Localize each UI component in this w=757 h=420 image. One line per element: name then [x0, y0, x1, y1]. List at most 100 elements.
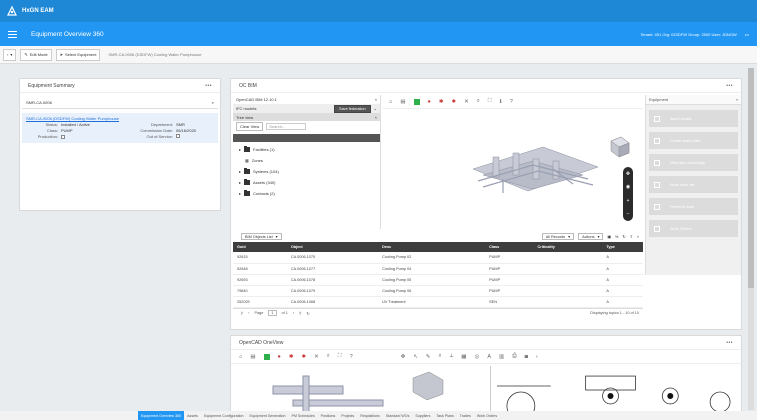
- tab-equipment-overview[interactable]: Equipment Overview 360: [138, 411, 185, 420]
- out-of-service-checkbox[interactable]: [176, 134, 180, 138]
- grid-icon[interactable]: ▦: [461, 354, 466, 360]
- chart-icon[interactable]: ▥: [499, 354, 504, 360]
- records-filter-select[interactable]: All Records ▾: [541, 233, 575, 240]
- pan-icon[interactable]: ✥: [626, 171, 630, 177]
- back-button[interactable]: ‹ ▾: [3, 48, 17, 61]
- camera-icon[interactable]: ◙: [525, 354, 528, 360]
- fit-icon[interactable]: ⛶: [488, 98, 492, 105]
- marker-red-icon[interactable]: ●: [278, 354, 281, 360]
- tab-pm-schedules[interactable]: PM Schedules: [288, 411, 317, 420]
- help-icon[interactable]: ?: [350, 354, 353, 360]
- search-icon[interactable]: ⌕: [439, 353, 442, 360]
- table-row[interactable]: 79840 CA.0006.1079 Cooling Pump 06 PUMP …: [233, 285, 643, 296]
- zoom-icon[interactable]: ⌕: [327, 353, 330, 360]
- move-tool-icon[interactable]: ↖: [413, 354, 418, 360]
- chevron-down-icon[interactable]: ⌄: [374, 106, 377, 111]
- zoom-in-icon[interactable]: +: [627, 198, 630, 204]
- save-icon[interactable]: ▣: [607, 234, 611, 239]
- color-icon[interactable]: [263, 353, 270, 360]
- tree-node-zones[interactable]: ▦ Zones: [233, 155, 380, 166]
- tab-work-orders[interactable]: Work Orders: [474, 411, 500, 420]
- tab-requisitions[interactable]: Requisitions: [357, 411, 383, 420]
- first-page-icon[interactable]: |‹: [241, 311, 243, 315]
- tab-standard-wos[interactable]: Standard WOs: [383, 411, 413, 420]
- panel-more-button[interactable]: •••: [726, 83, 733, 89]
- percent-icon[interactable]: %: [615, 235, 618, 239]
- expand-icon[interactable]: ▸: [239, 147, 241, 152]
- refresh-icon[interactable]: ↻: [306, 311, 309, 316]
- expand-icon[interactable]: ▸: [239, 191, 241, 196]
- tab-task-plans[interactable]: Task Plans: [433, 411, 456, 420]
- expand-icon[interactable]: ▸: [239, 169, 241, 174]
- object-list-select[interactable]: BIM Objects List ▾: [241, 233, 282, 240]
- next-icon[interactable]: ›: [536, 354, 538, 360]
- bim-3d-viewer[interactable]: ⌂ ▤ ● ✱ ✹ ✕ ⌕ ⛶ ℹ ? ✥ ◉ + −: [383, 95, 643, 229]
- permit-to-work-button[interactable]: Permit to work: [649, 198, 738, 215]
- orbit-icon[interactable]: ◉: [626, 184, 630, 190]
- target-icon[interactable]: ◎: [475, 354, 480, 360]
- menu-icon[interactable]: [8, 30, 17, 38]
- text-icon[interactable]: A: [487, 354, 491, 360]
- measure-icon[interactable]: ⟂: [450, 353, 454, 360]
- select-equipment-button[interactable]: ➤ Select Equipment: [55, 48, 101, 61]
- panel-more-button[interactable]: •••: [726, 340, 733, 346]
- layers-icon[interactable]: ▤: [250, 354, 255, 360]
- panel-more-button[interactable]: •••: [205, 83, 212, 89]
- zoom-icon[interactable]: ⌕: [477, 98, 480, 105]
- marker-star-icon[interactable]: ✹: [301, 354, 306, 360]
- prev-page-icon[interactable]: ‹: [248, 311, 249, 315]
- next-page-icon[interactable]: ›: [293, 311, 294, 315]
- more-options-button[interactable]: •••: [745, 32, 749, 37]
- print-icon[interactable]: ⎙: [512, 353, 516, 360]
- view-item-conformity-button[interactable]: View item conformity: [649, 154, 738, 171]
- column-header[interactable]: Object: [287, 242, 378, 252]
- column-header[interactable]: Desc: [378, 242, 485, 252]
- expand-icon[interactable]: ▸: [239, 180, 241, 185]
- expand-right-icon[interactable]: »: [736, 97, 738, 102]
- create-work-order-button[interactable]: Create work order: [649, 132, 738, 149]
- work-orders-button[interactable]: Work Orders: [649, 220, 738, 237]
- export-icon[interactable]: ⇪: [630, 234, 633, 239]
- tab-projects[interactable]: Projects: [338, 411, 357, 420]
- production-checkbox[interactable]: [61, 134, 65, 139]
- zoom-out-icon[interactable]: −: [627, 211, 630, 217]
- chevron-up-icon[interactable]: ˄: [375, 115, 377, 120]
- brush-icon[interactable]: ✎: [426, 354, 431, 360]
- last-page-icon[interactable]: ›|: [299, 311, 301, 315]
- tree-node-facilities[interactable]: ▸ Facilities (1): [233, 144, 380, 155]
- info-icon[interactable]: ℹ: [500, 99, 502, 105]
- summary-search-input[interactable]: SMR-CA.0006 ⌕: [22, 97, 218, 109]
- tree-node-assets[interactable]: ▸ Assets (340): [233, 177, 380, 188]
- column-header[interactable]: Guid: [233, 242, 287, 252]
- clear-view-button[interactable]: Clear View: [236, 122, 264, 131]
- home-icon[interactable]: ⌂: [239, 354, 242, 360]
- actions-select[interactable]: Actions ▾: [578, 233, 604, 240]
- scrollbar-thumb[interactable]: [748, 68, 754, 288]
- column-header[interactable]: Class: [485, 242, 533, 252]
- search-icon[interactable]: ⌕: [212, 100, 214, 105]
- marker-pin-icon[interactable]: ✱: [289, 354, 294, 360]
- tab-equipment-generation[interactable]: Equipment Generation: [247, 411, 289, 420]
- table-row[interactable]: 92648 CA.0006.1077 Cooling Pump 04 PUMP …: [233, 263, 643, 274]
- refresh-icon[interactable]: ↻: [622, 234, 625, 239]
- marker-pin-icon[interactable]: ✱: [439, 99, 444, 105]
- work-order-list-button[interactable]: Work order list: [649, 176, 738, 193]
- color-icon[interactable]: [413, 98, 420, 105]
- collapse-icon[interactable]: ˄: [637, 235, 639, 239]
- cut-icon[interactable]: ✕: [464, 99, 469, 105]
- tree-node-contacts[interactable]: ▸ Contacts (2): [233, 188, 380, 199]
- select-tool-icon[interactable]: ✥: [401, 354, 406, 360]
- tree-search-input[interactable]: Search...: [266, 123, 307, 130]
- marker-red-icon[interactable]: ●: [428, 99, 431, 105]
- marker-star-icon[interactable]: ✹: [451, 99, 456, 105]
- help-icon[interactable]: ?: [510, 99, 513, 105]
- cut-icon[interactable]: ✕: [314, 354, 319, 360]
- equipment-record[interactable]: SMR-CA.0006 (DSDFW) Cooling Water Pumpho…: [22, 113, 218, 143]
- tab-positions[interactable]: Positions: [318, 411, 339, 420]
- tree-node-systems[interactable]: ▸ Systems (104): [233, 166, 380, 177]
- layers-icon[interactable]: ▤: [400, 99, 405, 105]
- fit-icon[interactable]: ⛶: [338, 353, 342, 360]
- collapse-icon[interactable]: «: [375, 97, 377, 102]
- table-row[interactable]: 92615 CA.0006.1075 Cooling Pump 02 PUMP …: [233, 252, 643, 263]
- table-row[interactable]: 252029 CA.0006.1068 UV Treatment SEN A: [233, 296, 643, 307]
